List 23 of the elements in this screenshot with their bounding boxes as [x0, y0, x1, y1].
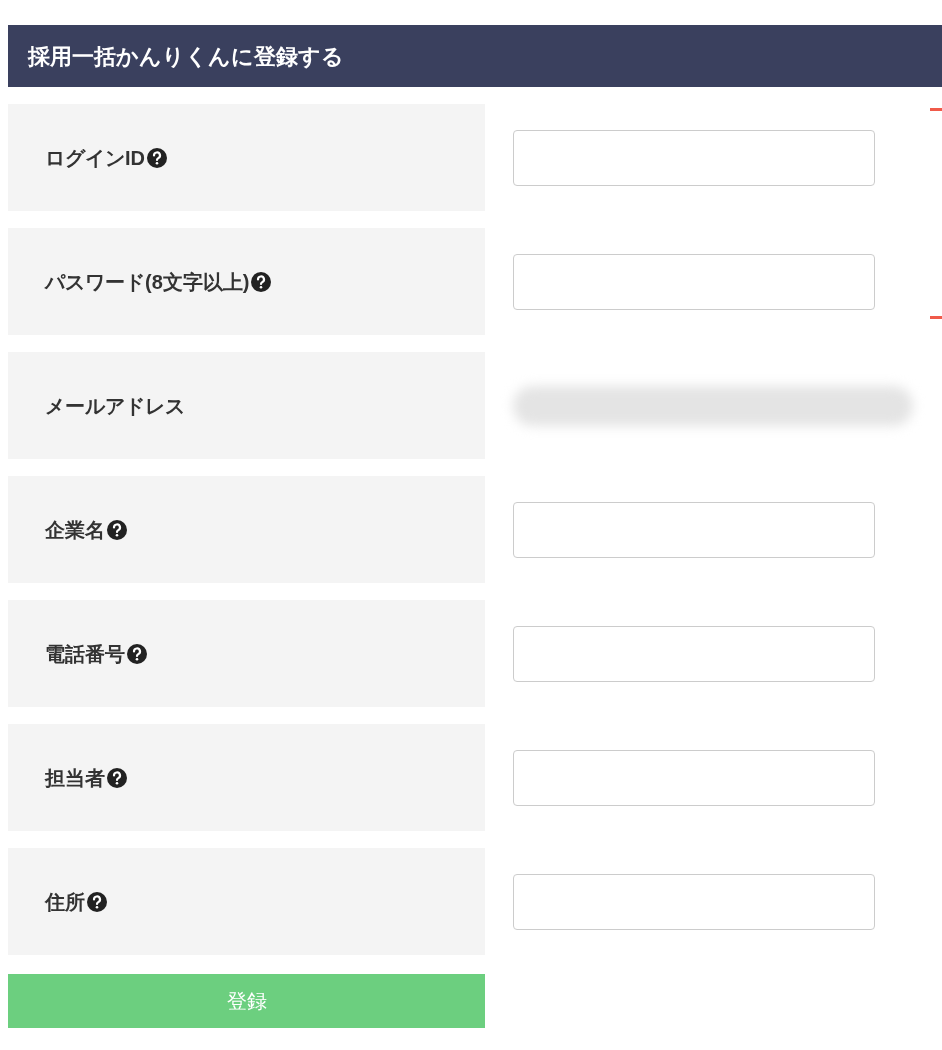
field-label: 担当者: [45, 765, 105, 791]
input-field[interactable]: [513, 749, 875, 806]
field-label: メールアドレス: [45, 393, 185, 419]
help-icon[interactable]: [127, 643, 147, 664]
register-button[interactable]: 登録: [8, 974, 485, 1028]
help-icon[interactable]: [107, 519, 127, 540]
field-label: 企業名: [45, 517, 105, 543]
input-field[interactable]: [513, 253, 875, 310]
edge-mark: [930, 316, 942, 319]
input-field[interactable]: [513, 625, 875, 682]
edge-mark: [930, 108, 942, 111]
form-title: 採用一括かんりくんに登録する: [28, 42, 344, 71]
input-field[interactable]: [513, 873, 875, 930]
input-field[interactable]: [513, 501, 875, 558]
help-icon[interactable]: [107, 767, 127, 788]
help-icon[interactable]: [87, 891, 107, 912]
field-label: パスワード(8文字以上): [45, 269, 250, 295]
field-label: 住所: [45, 889, 85, 915]
help-icon[interactable]: [251, 271, 272, 292]
input-field[interactable]: [513, 129, 875, 186]
help-icon[interactable]: [147, 147, 167, 168]
field-label: ログインID: [45, 145, 145, 171]
field-label: 電話番号: [45, 641, 125, 667]
